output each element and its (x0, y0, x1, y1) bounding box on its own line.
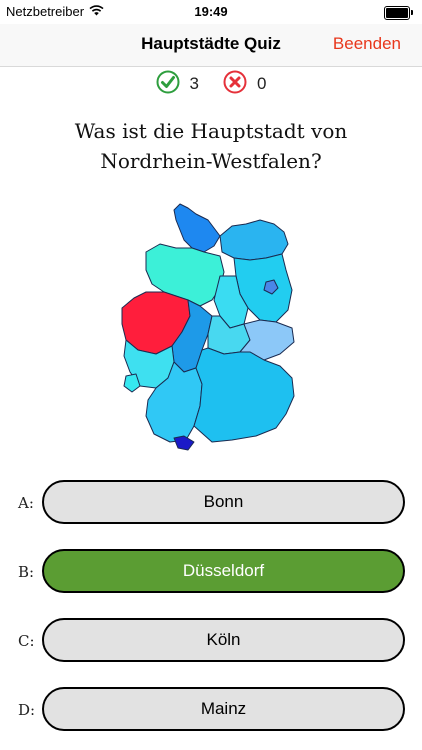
answer-letter: B: (18, 563, 35, 581)
correct-count: 3 (189, 74, 199, 93)
question-text: Was ist die Hauptstadt von Nordrhein-Wes… (74, 119, 348, 173)
score-row: 3 0 (0, 70, 422, 99)
answer-row-b: B: Düsseldorf (0, 549, 422, 597)
check-circle-icon (156, 70, 180, 99)
navigation-bar: Hauptstädte Quiz Beenden (0, 24, 422, 67)
answer-button-b[interactable]: Düsseldorf (42, 549, 405, 593)
answer-button-c[interactable]: Köln (42, 618, 405, 662)
germany-map-graphic (121, 203, 295, 451)
region-bayern (193, 347, 295, 443)
answer-button-d[interactable]: Mainz (42, 687, 405, 731)
battery-icon (384, 6, 413, 20)
germany-map (116, 200, 306, 458)
battery-fill (386, 8, 408, 18)
wrong-score: 0 (223, 70, 266, 99)
answer-letter: A: (18, 494, 34, 512)
status-time: 19:49 (194, 4, 228, 19)
answer-row-a: A: Bonn (0, 480, 422, 528)
wrong-count: 0 (257, 74, 267, 93)
answer-letter: C: (18, 632, 35, 650)
answer-row-d: D: Mainz (0, 687, 422, 735)
region-bodensee (173, 435, 195, 451)
answer-button-a[interactable]: Bonn (42, 480, 405, 524)
answer-letter: D: (18, 701, 36, 719)
x-circle-icon (223, 70, 247, 99)
correct-score: 3 (156, 70, 199, 99)
status-bar: Netzbetreiber 19:49 (0, 0, 422, 24)
answer-row-c: C: Köln (0, 618, 422, 666)
region-schleswig-holstein (173, 203, 221, 253)
end-button[interactable]: Beenden (333, 34, 401, 54)
region-mecklenburg-vorpommern (219, 219, 289, 261)
